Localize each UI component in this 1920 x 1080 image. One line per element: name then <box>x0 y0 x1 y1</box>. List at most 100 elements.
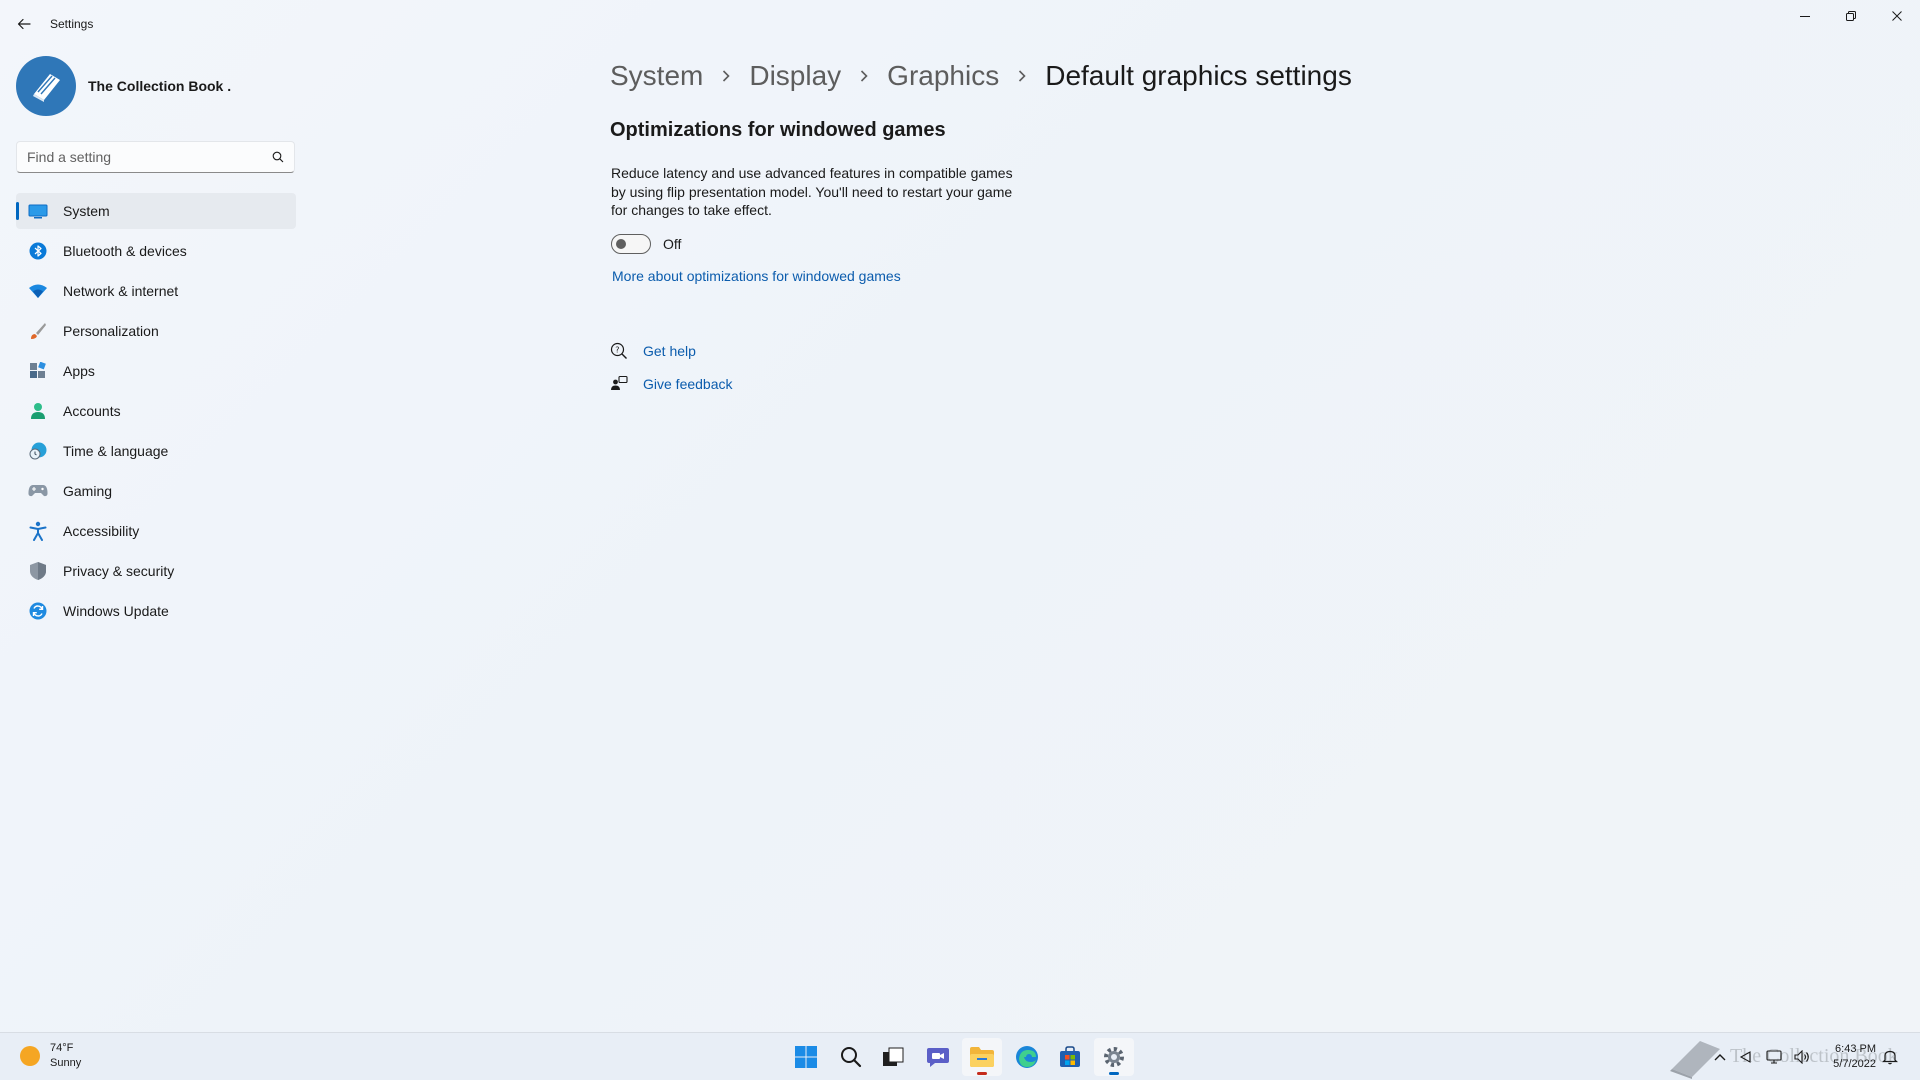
sidebar-item-accessibility[interactable]: Accessibility <box>16 513 296 549</box>
app-title: Settings <box>50 17 94 31</box>
windows-logo-icon <box>795 1046 817 1068</box>
title-bar: Settings <box>0 0 1920 48</box>
section-title: Optimizations for windowed games <box>610 119 946 141</box>
help-chat-icon: ? <box>610 342 628 360</box>
bell-icon <box>1882 1050 1898 1065</box>
taskbar: 74°F Sunny The Collection Book 6:43 PM 5… <box>0 1032 1920 1080</box>
weather-temperature: 74°F <box>50 1042 74 1054</box>
sidebar-item-label: System <box>63 203 110 219</box>
sidebar-item-label: Gaming <box>63 483 113 499</box>
sidebar-item-label: Bluetooth & devices <box>63 243 187 259</box>
accessibility-icon <box>28 521 48 541</box>
back-button[interactable] <box>12 12 36 36</box>
svg-text:?: ? <box>615 346 619 355</box>
restore-button[interactable] <box>1828 0 1874 32</box>
folder-icon <box>970 1047 994 1067</box>
clock-time: 6:43 PM <box>1835 1043 1876 1055</box>
sidebar-nav: System Bluetooth & devices Network & int… <box>16 193 296 633</box>
close-icon <box>1892 11 1902 21</box>
wifi-icon <box>28 281 48 301</box>
sidebar-item-personalization[interactable]: Personalization <box>16 313 296 349</box>
sidebar-item-label: Personalization <box>63 323 159 339</box>
file-explorer-button[interactable] <box>962 1038 1002 1076</box>
minimize-icon <box>1800 16 1810 17</box>
sidebar-item-system[interactable]: System <box>16 193 296 229</box>
edge-button[interactable] <box>1007 1038 1047 1076</box>
task-view-icon <box>883 1047 904 1066</box>
globe-clock-icon <box>28 441 48 461</box>
search-icon <box>272 151 284 163</box>
settings-taskbar-button[interactable] <box>1094 1038 1134 1076</box>
sidebar-item-privacy[interactable]: Privacy & security <box>16 553 296 589</box>
toggle-state-label: Off <box>663 236 682 252</box>
open-app-indicator <box>977 1072 987 1075</box>
sidebar-item-windows-update[interactable]: Windows Update <box>16 593 296 629</box>
volume-icon[interactable] <box>1788 1050 1816 1064</box>
sidebar-item-gaming[interactable]: Gaming <box>16 473 296 509</box>
store-icon <box>1060 1046 1080 1067</box>
arrow-left-icon <box>17 18 31 30</box>
task-view-button[interactable] <box>873 1038 913 1076</box>
keyboard-icon[interactable] <box>1732 1051 1760 1063</box>
taskbar-search-button[interactable] <box>831 1038 871 1076</box>
chevron-right-icon <box>1017 69 1027 83</box>
chevron-up-icon[interactable] <box>1708 1053 1732 1061</box>
shield-icon <box>28 561 48 581</box>
sidebar-item-label: Privacy & security <box>63 563 175 579</box>
weather-widget[interactable]: 74°F Sunny <box>20 1041 81 1071</box>
sidebar-item-label: Accounts <box>63 403 121 419</box>
feedback-icon <box>610 375 628 393</box>
monitor-icon <box>28 201 48 221</box>
sidebar-item-network[interactable]: Network & internet <box>16 273 296 309</box>
clock[interactable]: 6:43 PM 5/7/2022 <box>1820 1042 1876 1072</box>
gear-icon <box>1104 1047 1124 1067</box>
sidebar-item-apps[interactable]: Apps <box>16 353 296 389</box>
user-profile[interactable]: The Collection Book . <box>16 56 231 116</box>
give-feedback-link[interactable]: Give feedback <box>643 376 733 392</box>
update-icon <box>28 601 48 621</box>
sidebar-item-label: Apps <box>63 363 95 379</box>
sidebar-item-label: Accessibility <box>63 523 140 539</box>
sidebar-item-label: Network & internet <box>63 283 179 299</box>
active-app-indicator <box>1109 1072 1119 1075</box>
breadcrumb-display[interactable]: Display <box>749 60 841 92</box>
get-help-row[interactable]: ? Get help <box>610 342 696 360</box>
sidebar-item-time-language[interactable]: Time & language <box>16 433 296 469</box>
notification-button[interactable] <box>1882 1033 1898 1080</box>
minimize-button[interactable] <box>1782 0 1828 32</box>
chat-button[interactable] <box>918 1038 958 1076</box>
get-help-link[interactable]: Get help <box>643 343 696 359</box>
tray-icons <box>1708 1033 1816 1080</box>
chevron-right-icon <box>859 69 869 83</box>
brush-icon <box>28 321 48 341</box>
page-title: Default graphics settings <box>1045 60 1352 91</box>
avatar <box>16 56 76 116</box>
settings-window: Settings The Collection Book . Find a se… <box>0 0 1920 1032</box>
network-icon[interactable] <box>1760 1050 1788 1064</box>
search-box[interactable] <box>16 141 295 173</box>
book-icon <box>33 74 60 102</box>
more-about-link[interactable]: More about optimizations for windowed ga… <box>612 268 901 284</box>
chevron-right-icon <box>721 69 731 83</box>
sidebar-item-accounts[interactable]: Accounts <box>16 393 296 429</box>
close-button[interactable] <box>1874 0 1920 32</box>
weather-text: 74°F Sunny <box>50 1041 81 1071</box>
weather-description: Sunny <box>50 1057 82 1069</box>
search-input[interactable] <box>27 149 272 165</box>
sidebar-item-label: Windows Update <box>63 603 169 619</box>
start-button[interactable] <box>786 1038 826 1076</box>
profile-name: The Collection Book . <box>88 78 232 94</box>
store-button[interactable] <box>1050 1038 1090 1076</box>
sidebar-item-bluetooth[interactable]: Bluetooth & devices <box>16 233 296 269</box>
clock-date: 5/7/2022 <box>1833 1058 1876 1070</box>
gamepad-icon <box>28 481 48 501</box>
breadcrumb-graphics[interactable]: Graphics <box>887 60 999 92</box>
search-icon <box>841 1047 862 1068</box>
apps-icon <box>28 361 48 381</box>
give-feedback-row[interactable]: Give feedback <box>610 375 733 393</box>
person-icon <box>28 401 48 421</box>
section-description: Reduce latency and use advanced features… <box>611 165 1013 218</box>
restore-icon <box>1846 11 1856 21</box>
windowed-optimizations-toggle[interactable] <box>611 234 651 254</box>
breadcrumb-system[interactable]: System <box>610 60 703 92</box>
